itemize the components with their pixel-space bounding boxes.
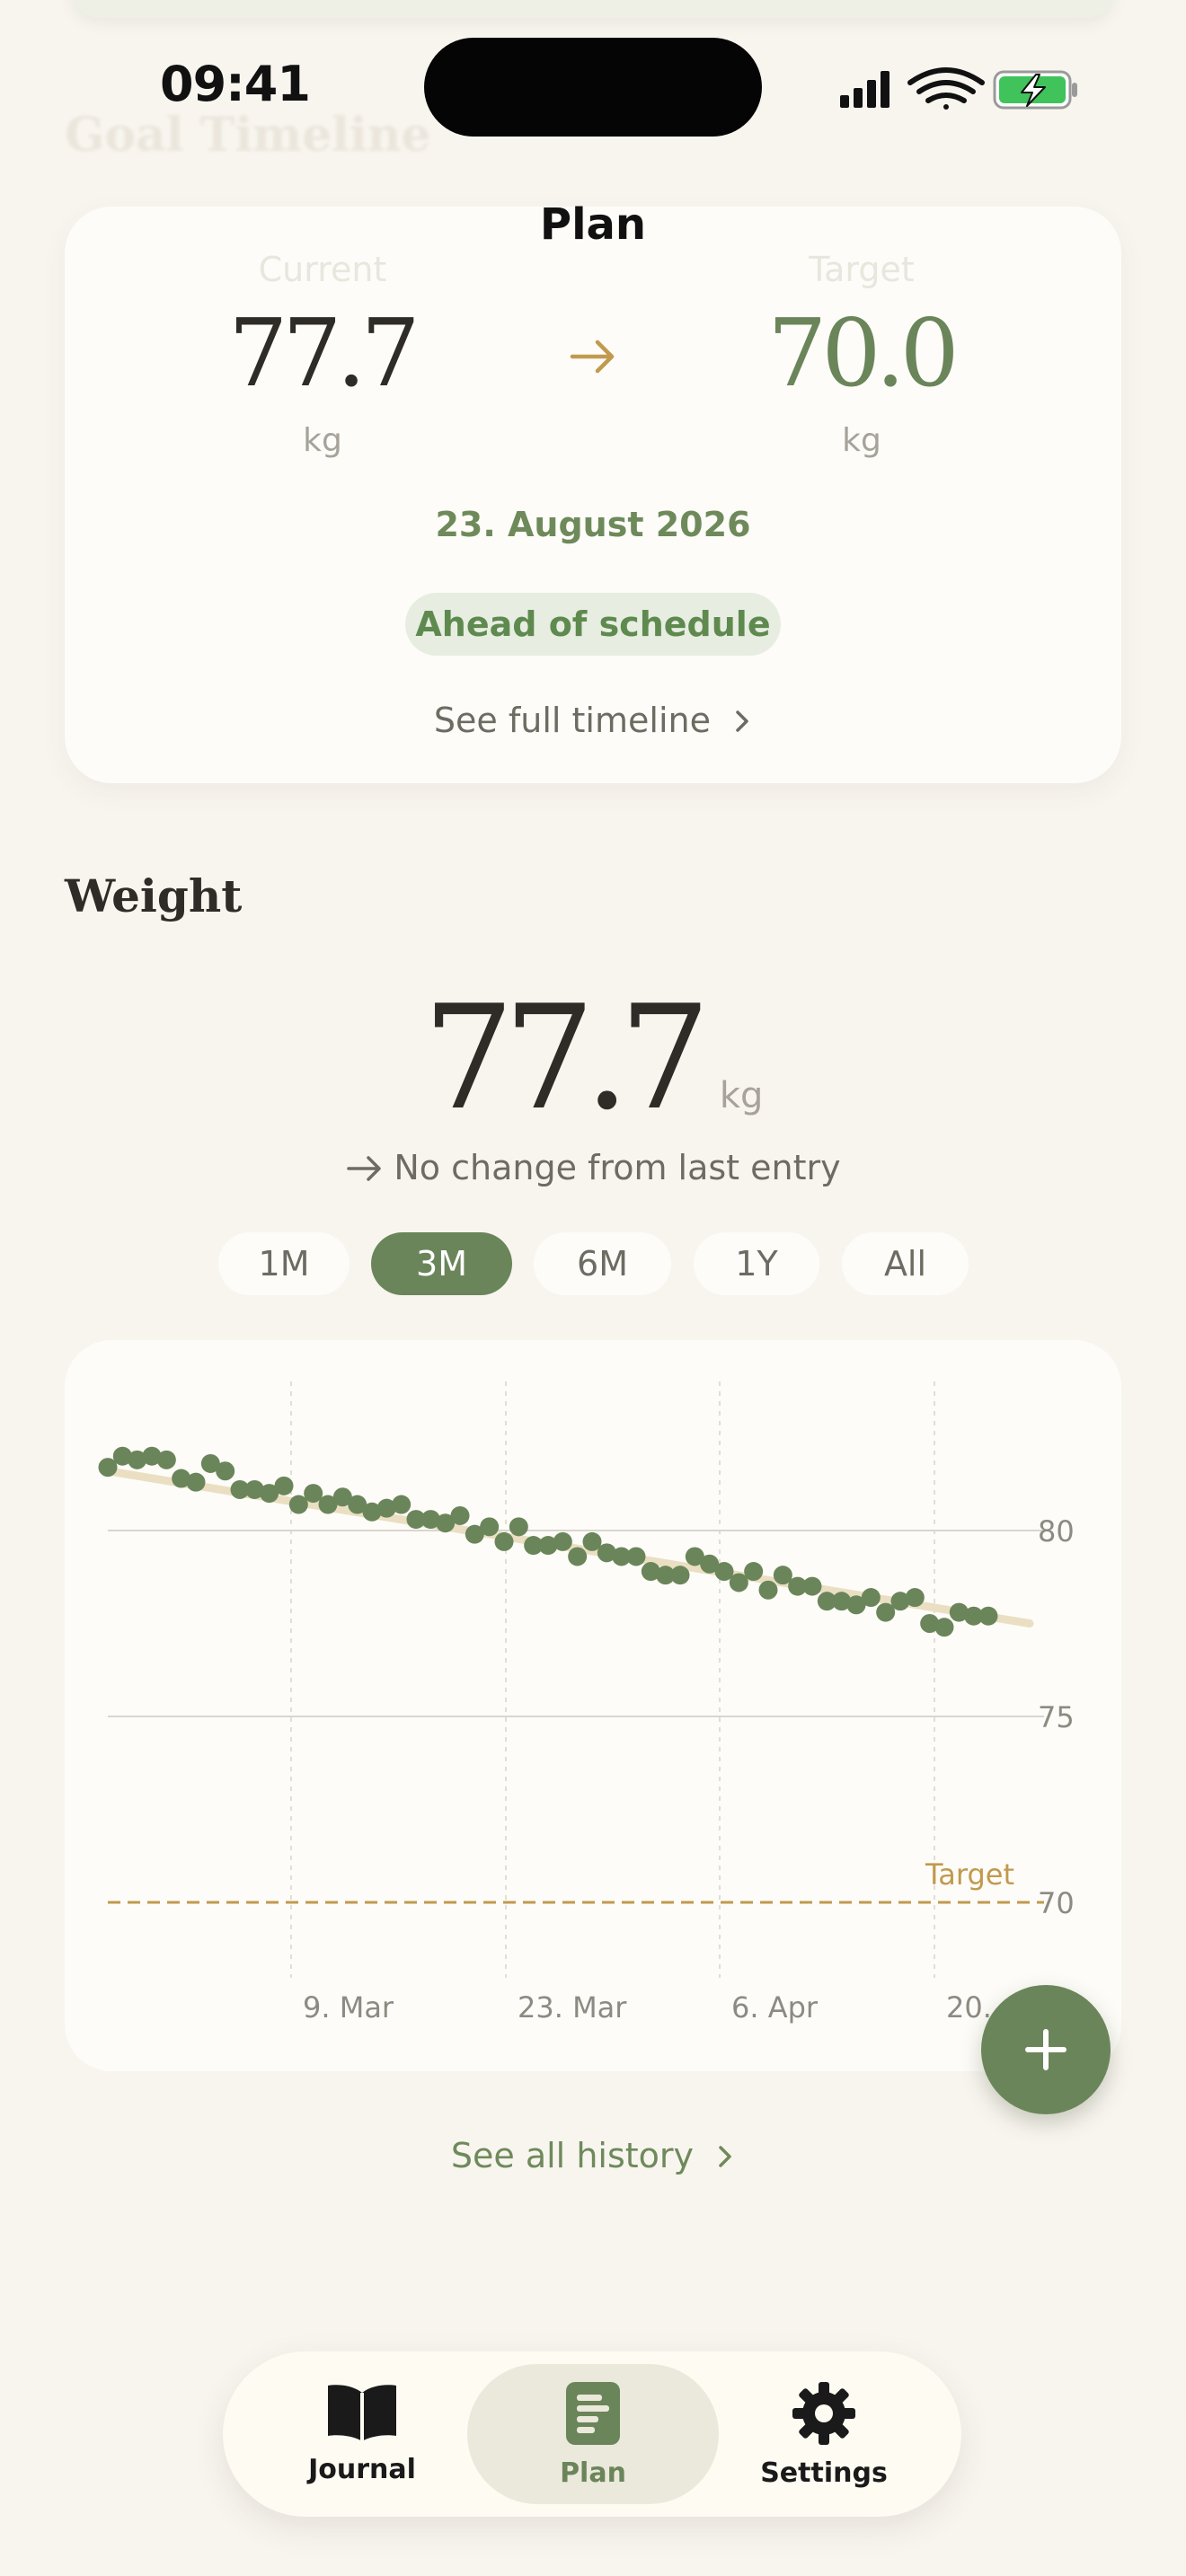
x-tick-label: 6. Apr xyxy=(731,1990,819,2025)
data-point xyxy=(494,1531,514,1551)
x-tick-label: 20. xyxy=(946,1990,992,2025)
data-point xyxy=(216,1461,235,1481)
data-point xyxy=(744,1562,764,1582)
wifi-icon xyxy=(907,67,985,110)
data-point xyxy=(509,1517,528,1537)
x-tick-label: 9. Mar xyxy=(303,1990,394,2025)
data-point xyxy=(186,1472,206,1492)
weight-section-title: Weight xyxy=(65,869,243,922)
tab-plan[interactable]: Plan xyxy=(503,2380,683,2489)
target-weight-value: 70.0 xyxy=(767,298,960,408)
history-link-label: See all history xyxy=(450,2136,695,2175)
see-full-timeline-link[interactable]: See full timeline xyxy=(0,701,1186,740)
range-1y[interactable]: 1Y xyxy=(694,1232,819,1295)
battery-charging-icon xyxy=(993,70,1077,110)
data-point xyxy=(156,1450,176,1469)
weight-display: 77.7 kg xyxy=(0,974,1186,1142)
goal-card[interactable] xyxy=(65,207,1121,783)
status-icons xyxy=(840,63,1078,117)
timeline-link-label: See full timeline xyxy=(433,701,711,740)
data-point xyxy=(758,1580,778,1600)
current-label: Current xyxy=(258,250,387,289)
data-point xyxy=(274,1476,294,1495)
data-point xyxy=(568,1547,588,1566)
range-3m[interactable]: 3M xyxy=(371,1232,512,1295)
weight-chart: 807570Target9. Mar 23. Mar 6. Apr 20. xyxy=(98,1381,1075,2025)
dynamic-island xyxy=(424,38,762,137)
data-point xyxy=(480,1517,500,1537)
chevron-right-icon xyxy=(719,2146,731,2167)
status-badge: Ahead of schedule xyxy=(405,593,781,656)
range-1m[interactable]: 1M xyxy=(218,1232,350,1295)
tab-settings[interactable]: Settings xyxy=(734,2380,914,2489)
arrow-right-icon xyxy=(569,332,617,381)
plus-icon xyxy=(1025,2029,1067,2070)
page-title: Plan xyxy=(539,199,647,250)
target-label: Target xyxy=(809,250,915,289)
current-weight-value: 77.7 xyxy=(228,298,420,408)
weight-change: No change from last entry xyxy=(0,1148,1186,1187)
data-point xyxy=(802,1576,822,1596)
cellular-signal-icon xyxy=(840,71,890,108)
weight-change-text: No change from last entry xyxy=(394,1148,841,1187)
data-point xyxy=(553,1531,572,1551)
target-unit: kg xyxy=(842,422,881,459)
y-tick-label: 75 xyxy=(1038,1700,1075,1734)
tab-journal[interactable]: Journal xyxy=(272,2380,452,2485)
weight-unit: kg xyxy=(719,1075,764,1116)
range-6m[interactable]: 6M xyxy=(534,1232,671,1295)
status-time: 09:41 xyxy=(160,56,311,112)
add-entry-button[interactable] xyxy=(981,1985,1111,2114)
range-all[interactable]: All xyxy=(842,1232,969,1295)
tab-settings-label: Settings xyxy=(760,2457,888,2489)
data-point xyxy=(978,1606,998,1626)
data-point xyxy=(861,1588,881,1608)
previous-card xyxy=(72,0,1114,18)
target-label: Target xyxy=(925,1857,1014,1892)
current-unit: kg xyxy=(303,422,342,459)
data-point xyxy=(670,1566,690,1585)
data-point xyxy=(934,1618,954,1637)
goal-date: 23. August 2026 xyxy=(435,505,751,544)
data-point xyxy=(905,1588,925,1608)
see-all-history-link[interactable]: See all history xyxy=(0,2136,1186,2175)
data-point xyxy=(626,1547,646,1566)
plan-document-icon xyxy=(566,2382,620,2445)
data-point xyxy=(392,1495,412,1514)
gear-icon xyxy=(792,2382,855,2445)
x-tick-label: 23. Mar xyxy=(518,1990,627,2025)
data-point xyxy=(450,1505,470,1525)
chevron-right-icon xyxy=(736,710,748,732)
weight-value: 77.7 xyxy=(422,974,711,1142)
y-tick-label: 80 xyxy=(1038,1514,1075,1548)
tab-plan-label: Plan xyxy=(560,2457,626,2489)
book-icon xyxy=(328,2385,396,2441)
tab-journal-label: Journal xyxy=(308,2454,416,2485)
arrow-right-icon xyxy=(347,1156,382,1181)
faded-section-heading: Goal Timeline xyxy=(65,108,431,163)
